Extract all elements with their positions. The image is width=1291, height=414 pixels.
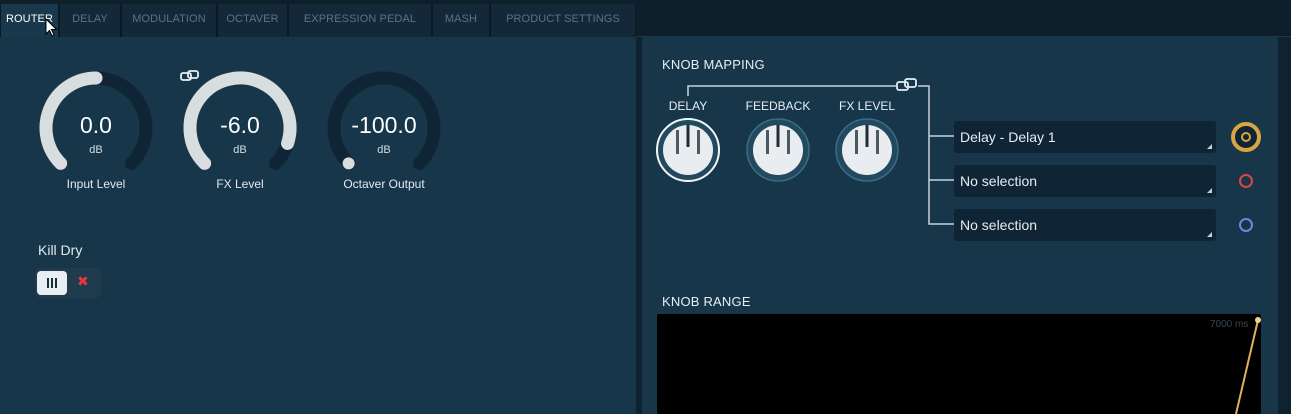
- knob-assignment-1-select[interactable]: Delay - Delay 1: [954, 121, 1216, 153]
- delay-knob[interactable]: [656, 118, 720, 182]
- knob-label-fx-level: FX LEVEL: [838, 99, 896, 113]
- knob-label-feedback: FEEDBACK: [745, 99, 811, 113]
- knob-color-indicator-1[interactable]: [1231, 122, 1261, 152]
- knob-range-graph[interactable]: [657, 314, 1261, 414]
- link-icon-mapping: [896, 78, 917, 91]
- knob-assignment-2-value: No selection: [960, 173, 1038, 189]
- knob-assignment-1-value: Delay - Delay 1: [960, 129, 1056, 145]
- dropdown-corner-icon: [1207, 188, 1212, 193]
- knob-color-indicator-3[interactable]: [1239, 218, 1253, 232]
- knob-range-title: KNOB RANGE: [662, 294, 751, 309]
- dropdown-corner-icon: [1207, 232, 1212, 237]
- feedback-knob[interactable]: [746, 118, 810, 182]
- knob-label-delay: DELAY: [668, 99, 708, 113]
- knob-range-curve[interactable]: [1230, 314, 1264, 414]
- knob-assignment-3-select[interactable]: No selection: [954, 209, 1216, 241]
- knob-color-indicator-2[interactable]: [1239, 174, 1253, 188]
- knob-assignment-3-value: No selection: [960, 217, 1038, 233]
- dropdown-corner-icon: [1207, 144, 1212, 149]
- knob-assignment-2-select[interactable]: No selection: [954, 165, 1216, 197]
- fx-level-knob[interactable]: [835, 118, 899, 182]
